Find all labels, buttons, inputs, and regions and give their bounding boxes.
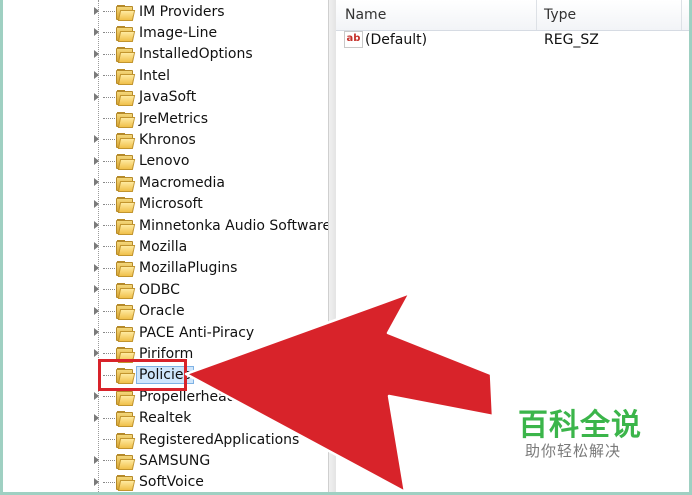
watermark-subtitle: 助你轻松解决 (525, 442, 622, 460)
screenshot-frame: IM Providers Image-Line InstalledOptions In… (0, 0, 692, 495)
watermark-title: 百科全说 (518, 408, 642, 443)
red-arrow-shape (184, 291, 495, 492)
